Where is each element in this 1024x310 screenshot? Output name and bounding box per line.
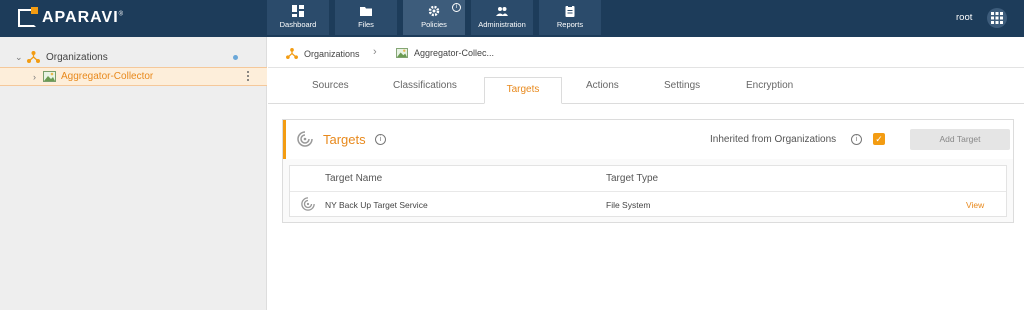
logo-icon	[18, 7, 38, 27]
breadcrumb: Organizations › Aggregator-Collec...	[268, 37, 1024, 68]
top-bar: APARAVI® Dashboard Files Policies i Admi…	[0, 0, 1024, 37]
tab-settings[interactable]: Settings	[664, 80, 700, 91]
add-target-button[interactable]: Add Target	[910, 129, 1010, 150]
nav-reports[interactable]: Reports	[539, 0, 601, 35]
chevron-down-icon[interactable]: ⌄	[15, 52, 23, 63]
nav-dashboard[interactable]: Dashboard	[267, 0, 329, 35]
nav-files[interactable]: Files	[335, 0, 397, 35]
nav-label: Administration	[478, 20, 526, 29]
brand-name: APARAVI®	[42, 9, 125, 26]
info-icon[interactable]: i	[452, 3, 461, 12]
org-icon	[27, 51, 40, 63]
nav-policies[interactable]: Policies i	[403, 0, 465, 35]
image-icon	[396, 48, 408, 58]
sidebar: ⌄ Organizations › Aggregator-Collector	[0, 37, 267, 310]
more-options-icon[interactable]	[246, 71, 250, 83]
target-type-cell: File System	[606, 200, 651, 210]
status-dot	[233, 55, 238, 60]
table-row[interactable]: NY Back Up Target Service File System Vi…	[290, 191, 1006, 217]
clipboard-icon	[565, 5, 575, 17]
targets-panel: Targets i Inherited from Organizations i…	[282, 119, 1014, 223]
aparavi-logo[interactable]: APARAVI®	[18, 7, 125, 28]
breadcrumb-label: Organizations	[304, 48, 360, 59]
tab-encryption[interactable]: Encryption	[746, 80, 793, 91]
panel-header: Targets i Inherited from Organizations i…	[283, 120, 1013, 159]
target-icon	[301, 197, 315, 211]
gear-icon	[428, 5, 440, 17]
view-link[interactable]: View	[966, 200, 984, 210]
apps-grid-button[interactable]	[987, 8, 1007, 28]
org-icon	[286, 48, 298, 59]
tab-sources[interactable]: Sources	[312, 80, 349, 91]
inherited-label: Inherited from Organizations	[710, 134, 837, 145]
column-header-target-type: Target Type	[606, 173, 659, 184]
info-icon[interactable]: i	[851, 134, 862, 145]
image-icon	[43, 71, 56, 82]
user-name[interactable]: root	[956, 12, 972, 23]
tab-bar: Sources Classifications Targets Actions …	[268, 68, 1024, 104]
targets-table: Target Name Target Type NY Back Up Targe…	[289, 165, 1007, 217]
info-icon[interactable]: i	[375, 134, 386, 145]
tab-targets[interactable]: Targets	[484, 77, 562, 104]
nav-label: Reports	[556, 20, 584, 29]
breadcrumb-aggregator[interactable]: Aggregator-Collec...	[396, 48, 494, 58]
tree-item-organizations[interactable]: ⌄ Organizations	[0, 48, 267, 67]
chevron-right-icon[interactable]: ›	[33, 72, 36, 82]
users-icon	[496, 7, 508, 16]
folder-icon	[360, 7, 372, 16]
nav-label: Dashboard	[279, 20, 317, 29]
column-header-target-name: Target Name	[325, 173, 383, 184]
tree-item-label: Aggregator-Collector	[61, 71, 154, 82]
nav-administration[interactable]: Administration	[471, 0, 533, 35]
target-name-cell: NY Back Up Target Service	[325, 200, 428, 210]
tab-actions[interactable]: Actions	[586, 80, 619, 91]
tree-item-label: Organizations	[46, 52, 108, 63]
target-icon	[297, 131, 313, 147]
tab-classifications[interactable]: Classifications	[393, 80, 457, 91]
breadcrumb-label: Aggregator-Collec...	[414, 48, 495, 58]
nav-label: Files	[358, 20, 374, 29]
inherited-checkbox[interactable]: ✓	[873, 133, 885, 145]
dashboard-icon	[292, 5, 304, 17]
tree-item-aggregator-collector[interactable]: › Aggregator-Collector	[0, 67, 267, 86]
breadcrumb-organizations[interactable]: Organizations	[286, 48, 360, 59]
chevron-right-icon: ›	[373, 46, 377, 58]
nav-label: Policies	[421, 20, 447, 29]
apps-grid-icon	[991, 12, 1003, 24]
panel-title: Targets	[323, 132, 366, 147]
